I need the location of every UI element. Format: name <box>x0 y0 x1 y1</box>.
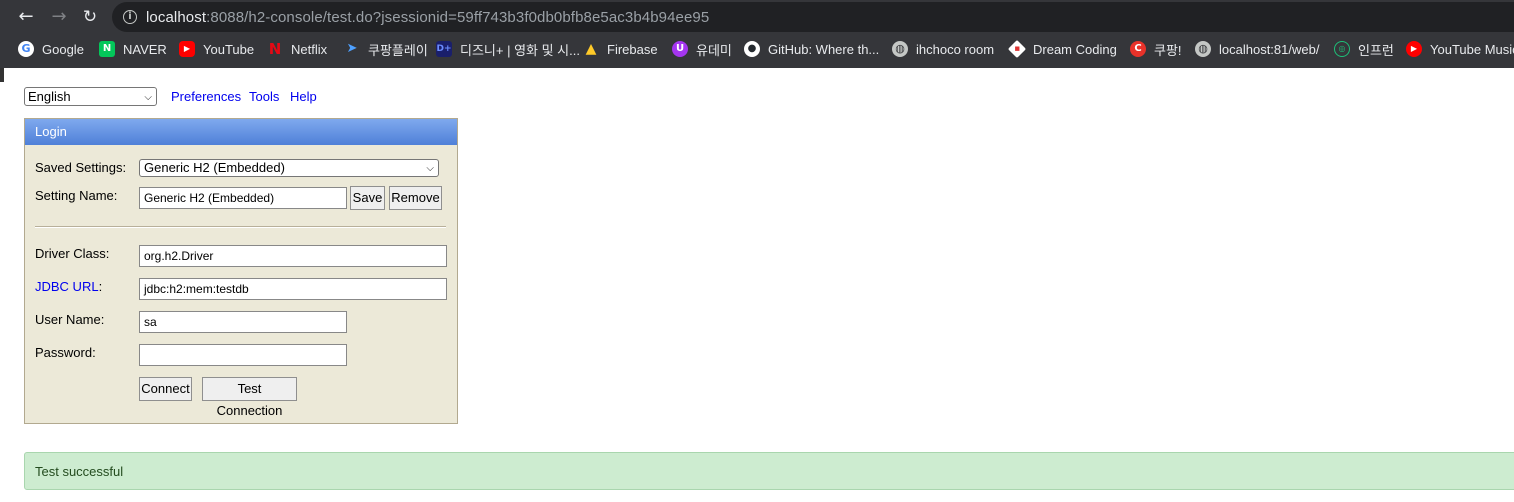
bookmark-dream-coding[interactable]: ◆ Dream Coding <box>1007 39 1117 59</box>
jdbc-url-help-link[interactable]: JDBC URL <box>35 279 99 294</box>
bookmark-label: YouTube <box>203 41 255 57</box>
globe-icon: ◍ <box>1195 41 1211 57</box>
bookmark-google[interactable]: G Google <box>18 39 84 59</box>
saved-settings-select[interactable]: Generic H2 (Embedded) ⌵ <box>139 159 439 177</box>
divider <box>35 226 446 228</box>
login-title: Login <box>25 119 457 145</box>
jdbc-url-colon: : <box>98 279 103 294</box>
bookmark-youtube[interactable]: ▶ YouTube <box>179 39 254 59</box>
address-bar[interactable]: i localhost:8088/h2-console/test.do?jses… <box>112 2 1514 32</box>
browser-chrome: ← → ↻ i localhost:8088/h2-console/test.d… <box>0 0 1514 68</box>
globe-icon: ◍ <box>892 41 908 57</box>
bookmark-label: NAVER <box>123 41 167 57</box>
setting-name-label: Setting Name: <box>35 188 118 203</box>
language-select[interactable]: English ⌵ <box>24 87 157 106</box>
youtube-music-icon: ▶ <box>1406 41 1422 57</box>
url-text[interactable]: localhost:8088/h2-console/test.do?jsessi… <box>146 9 709 26</box>
remove-button[interactable]: Remove <box>389 186 442 210</box>
bookmark-coupang-play[interactable]: ➤ 쿠팡플레이 <box>344 39 428 59</box>
bookmark-label: 쿠팡! <box>1154 42 1182 58</box>
driver-class-input[interactable]: org.h2.Driver <box>139 245 447 267</box>
bookmark-label: 인프런 <box>1358 42 1394 58</box>
dream-coding-icon: ◆ <box>1007 39 1027 59</box>
password-label: Password: <box>35 345 96 360</box>
bookmark-localhost-81[interactable]: ◍ localhost:81/web/ <box>1195 39 1319 59</box>
jdbc-url-label: JDBC URL: <box>35 279 102 294</box>
bookmark-label: Firebase <box>607 41 658 57</box>
bookmark-label: 디즈니+ | 영화 및 시... <box>460 42 580 58</box>
reload-icon[interactable]: ↻ <box>78 5 102 29</box>
coupang-play-icon: ➤ <box>346 41 358 56</box>
inflearn-icon: ◎ <box>1334 41 1350 57</box>
browser-toolbar: ← → ↻ i localhost:8088/h2-console/test.d… <box>0 0 1514 34</box>
bookmark-label: Dream Coding <box>1033 41 1117 57</box>
chevron-down-icon: ⌵ <box>144 92 152 103</box>
url-host: localhost <box>146 9 207 26</box>
preferences-link[interactable]: Preferences <box>171 89 241 104</box>
netflix-icon: N <box>268 40 282 58</box>
connect-button[interactable]: Connect <box>139 377 192 401</box>
bookmark-coupang[interactable]: C 쿠팡! <box>1130 39 1182 59</box>
bookmark-ihchoco-room[interactable]: ◍ ihchoco room <box>892 39 994 59</box>
chevron-down-icon: ⌵ <box>426 163 434 174</box>
bookmark-label: ihchoco room <box>916 41 995 57</box>
bookmark-label: Google <box>42 41 84 57</box>
user-name-input[interactable]: sa <box>139 311 347 333</box>
naver-icon: N <box>99 41 115 57</box>
bookmark-inflearn[interactable]: ◎ 인프런 <box>1334 39 1394 59</box>
bookmark-label: Netflix <box>291 41 328 57</box>
saved-settings-label: Saved Settings: <box>35 160 127 175</box>
bookmark-disney-plus[interactable]: D+ 디즈니+ | 영화 및 시... <box>436 39 580 59</box>
bookmark-netflix[interactable]: N Netflix <box>267 39 327 59</box>
udemy-icon: U <box>672 41 688 57</box>
coupang-icon: C <box>1130 41 1146 57</box>
saved-settings-value: Generic H2 (Embedded) <box>144 160 285 175</box>
github-icon: ● <box>744 41 760 57</box>
google-icon: G <box>18 41 34 57</box>
bookmark-label: localhost:81/web/ <box>1219 41 1320 57</box>
help-link[interactable]: Help <box>290 89 317 104</box>
bookmark-udemy[interactable]: U 유데미 <box>672 39 732 59</box>
info-icon[interactable]: i <box>123 10 137 24</box>
url-path: :8088/h2-console/test.do?jsessionid=59ff… <box>206 9 710 26</box>
status-message: Test successful <box>24 452 1514 490</box>
test-connection-button[interactable]: Test Connection <box>202 377 297 418</box>
bookmarks-bar: G Google N NAVER ▶ YouTube N Netflix ➤ 쿠팡플레이 … <box>0 34 1514 64</box>
password-input[interactable] <box>139 344 347 366</box>
disney-plus-icon: D+ <box>436 41 452 57</box>
back-arrow-icon[interactable]: ← <box>14 5 38 29</box>
bookmark-label: GitHub: Where th... <box>768 41 880 57</box>
bookmark-label: 유데미 <box>696 42 732 58</box>
bookmark-youtube-music[interactable]: ▶ YouTube Music <box>1406 39 1514 59</box>
driver-class-label: Driver Class: <box>35 246 110 261</box>
language-select-value: English <box>28 89 71 104</box>
jdbc-url-input[interactable]: jdbc:h2:mem:testdb <box>139 278 447 300</box>
youtube-icon: ▶ <box>179 41 195 57</box>
sidebar-edge <box>0 68 4 82</box>
bookmark-label: YouTube Music <box>1430 41 1514 57</box>
bookmark-github[interactable]: ● GitHub: Where th... <box>744 39 879 59</box>
login-panel: Login Saved Settings: Generic H2 (Embedd… <box>24 118 458 424</box>
save-button[interactable]: Save <box>350 186 385 210</box>
setting-name-input[interactable]: Generic H2 (Embedded) <box>139 187 347 209</box>
firebase-icon: ▲ <box>585 41 597 57</box>
bookmark-label: 쿠팡플레이 <box>368 42 428 58</box>
forward-arrow-icon[interactable]: → <box>47 5 71 29</box>
tools-link[interactable]: Tools <box>249 89 279 104</box>
user-name-label: User Name: <box>35 312 105 327</box>
bookmark-firebase[interactable]: ▲ Firebase <box>583 39 658 59</box>
bookmark-naver[interactable]: N NAVER <box>99 39 167 59</box>
